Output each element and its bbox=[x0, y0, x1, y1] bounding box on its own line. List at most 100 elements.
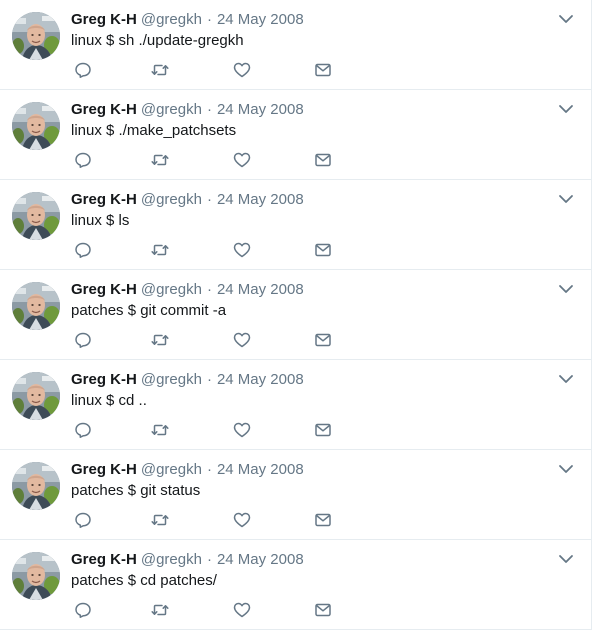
direct-message-button[interactable] bbox=[313, 600, 333, 620]
avatar[interactable] bbox=[12, 282, 60, 330]
tweet-date[interactable]: 24 May 2008 bbox=[217, 461, 304, 478]
avatar[interactable] bbox=[12, 372, 60, 420]
tweet-header: Greg K-H @gregkh · 24 May 2008 bbox=[71, 100, 304, 120]
direct-message-button[interactable] bbox=[313, 240, 333, 260]
retweet-button[interactable] bbox=[150, 150, 170, 170]
avatar[interactable] bbox=[12, 552, 60, 600]
author-name[interactable]: Greg K-H bbox=[71, 101, 137, 118]
tweet-header: Greg K-H @gregkh · 24 May 2008 bbox=[71, 550, 304, 570]
reply-button[interactable] bbox=[73, 60, 93, 80]
retweet-icon bbox=[151, 244, 169, 256]
author-handle[interactable]: @gregkh bbox=[141, 461, 202, 478]
reply-button[interactable] bbox=[73, 240, 93, 260]
avatar[interactable] bbox=[12, 12, 60, 60]
like-button[interactable] bbox=[232, 420, 252, 440]
reply-button[interactable] bbox=[73, 150, 93, 170]
chevron-down-icon bbox=[559, 375, 573, 383]
tweet-text: linux $ ls bbox=[71, 212, 130, 229]
author-name[interactable]: Greg K-H bbox=[71, 281, 137, 298]
tweet-menu-button[interactable] bbox=[557, 190, 575, 208]
retweet-button[interactable] bbox=[150, 60, 170, 80]
tweet-date[interactable]: 24 May 2008 bbox=[217, 101, 304, 118]
tweet-date[interactable]: 24 May 2008 bbox=[217, 551, 304, 568]
tweet-text: patches $ git commit -a bbox=[71, 302, 227, 319]
author-handle[interactable]: @gregkh bbox=[141, 281, 202, 298]
tweet-date[interactable]: 24 May 2008 bbox=[217, 191, 304, 208]
tweet[interactable]: Greg K-H @gregkh · 24 May 2008 linux $ sh .… bbox=[0, 0, 591, 90]
avatar-photo-icon bbox=[12, 552, 60, 600]
retweet-icon bbox=[151, 64, 169, 76]
chevron-down-icon bbox=[559, 15, 573, 23]
author-handle[interactable]: @gregkh bbox=[141, 191, 202, 208]
tweet-menu-button[interactable] bbox=[557, 550, 575, 568]
tweet-text: linux $ cd .. bbox=[71, 392, 147, 409]
direct-message-button[interactable] bbox=[313, 420, 333, 440]
author-name[interactable]: Greg K-H bbox=[71, 371, 137, 388]
separator-dot: · bbox=[206, 101, 212, 118]
like-button[interactable] bbox=[232, 150, 252, 170]
reply-icon bbox=[75, 152, 91, 168]
avatar[interactable] bbox=[12, 192, 60, 240]
chevron-down-icon bbox=[559, 285, 573, 293]
separator-dot: · bbox=[206, 461, 212, 478]
avatar[interactable] bbox=[12, 102, 60, 150]
author-handle[interactable]: @gregkh bbox=[141, 11, 202, 28]
direct-message-button[interactable] bbox=[313, 150, 333, 170]
tweet-header: Greg K-H @gregkh · 24 May 2008 bbox=[71, 460, 304, 480]
tweet-menu-button[interactable] bbox=[557, 280, 575, 298]
direct-message-icon bbox=[315, 243, 331, 257]
tweet-actions bbox=[0, 330, 591, 354]
tweet[interactable]: Greg K-H @gregkh · 24 May 2008 patches $ gi… bbox=[0, 270, 591, 360]
reply-button[interactable] bbox=[73, 330, 93, 350]
direct-message-button[interactable] bbox=[313, 60, 333, 80]
author-name[interactable]: Greg K-H bbox=[71, 551, 137, 568]
reply-icon bbox=[75, 332, 91, 348]
author-name[interactable]: Greg K-H bbox=[71, 461, 137, 478]
author-handle[interactable]: @gregkh bbox=[141, 551, 202, 568]
tweet-actions bbox=[0, 240, 591, 264]
tweet-date[interactable]: 24 May 2008 bbox=[217, 371, 304, 388]
reply-icon bbox=[75, 62, 91, 78]
tweet-timeline: Greg K-H @gregkh · 24 May 2008 linux $ sh .… bbox=[0, 0, 592, 630]
tweet-date[interactable]: 24 May 2008 bbox=[217, 281, 304, 298]
like-button[interactable] bbox=[232, 60, 252, 80]
tweet-date[interactable]: 24 May 2008 bbox=[217, 11, 304, 28]
retweet-icon bbox=[151, 424, 169, 436]
tweet-menu-button[interactable] bbox=[557, 100, 575, 118]
tweet[interactable]: Greg K-H @gregkh · 24 May 2008 patches $ cd… bbox=[0, 540, 591, 630]
like-button[interactable] bbox=[232, 240, 252, 260]
reply-button[interactable] bbox=[73, 420, 93, 440]
tweet-actions bbox=[0, 600, 591, 624]
reply-button[interactable] bbox=[73, 510, 93, 530]
like-icon bbox=[233, 242, 251, 258]
retweet-button[interactable] bbox=[150, 330, 170, 350]
tweet-menu-button[interactable] bbox=[557, 460, 575, 478]
direct-message-icon bbox=[315, 513, 331, 527]
tweet[interactable]: Greg K-H @gregkh · 24 May 2008 patches $ gi… bbox=[0, 450, 591, 540]
like-button[interactable] bbox=[232, 600, 252, 620]
separator-dot: · bbox=[206, 371, 212, 388]
direct-message-button[interactable] bbox=[313, 510, 333, 530]
avatar[interactable] bbox=[12, 462, 60, 510]
tweet[interactable]: Greg K-H @gregkh · 24 May 2008 linux $ ls bbox=[0, 180, 591, 270]
tweet-menu-button[interactable] bbox=[557, 10, 575, 28]
direct-message-button[interactable] bbox=[313, 330, 333, 350]
retweet-button[interactable] bbox=[150, 420, 170, 440]
like-button[interactable] bbox=[232, 330, 252, 350]
author-handle[interactable]: @gregkh bbox=[141, 101, 202, 118]
reply-icon bbox=[75, 422, 91, 438]
like-button[interactable] bbox=[232, 510, 252, 530]
tweet[interactable]: Greg K-H @gregkh · 24 May 2008 linux $ cd .… bbox=[0, 360, 591, 450]
tweet-text: linux $ sh ./update-gregkh bbox=[71, 32, 244, 49]
tweet-menu-button[interactable] bbox=[557, 370, 575, 388]
author-handle[interactable]: @gregkh bbox=[141, 371, 202, 388]
tweet[interactable]: Greg K-H @gregkh · 24 May 2008 linux $ ./ma… bbox=[0, 90, 591, 180]
retweet-button[interactable] bbox=[150, 240, 170, 260]
author-name[interactable]: Greg K-H bbox=[71, 191, 137, 208]
reply-button[interactable] bbox=[73, 600, 93, 620]
retweet-button[interactable] bbox=[150, 510, 170, 530]
retweet-icon bbox=[151, 334, 169, 346]
chevron-down-icon bbox=[559, 105, 573, 113]
author-name[interactable]: Greg K-H bbox=[71, 11, 137, 28]
retweet-button[interactable] bbox=[150, 600, 170, 620]
